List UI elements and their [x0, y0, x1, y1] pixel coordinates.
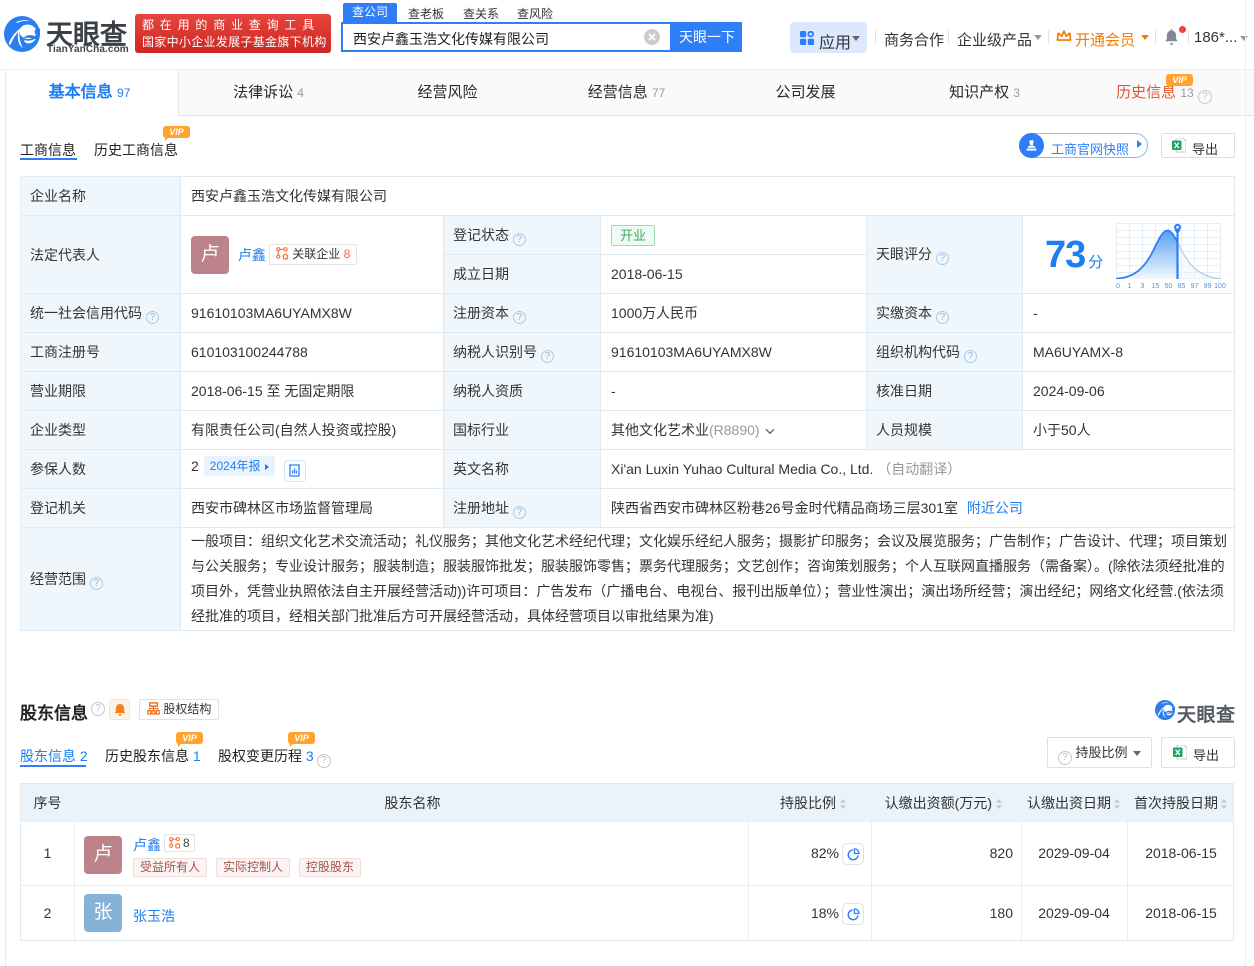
svg-text:0: 0 [1116, 283, 1120, 289]
svg-text:3: 3 [1141, 283, 1145, 289]
svg-text:85: 85 [1178, 283, 1186, 289]
svg-text:15: 15 [1152, 283, 1160, 289]
svg-text:1: 1 [1128, 283, 1132, 289]
svg-text:99: 99 [1204, 283, 1212, 289]
svg-text:100: 100 [1214, 283, 1226, 289]
svg-text:97: 97 [1191, 283, 1199, 289]
svg-text:50: 50 [1165, 283, 1173, 289]
